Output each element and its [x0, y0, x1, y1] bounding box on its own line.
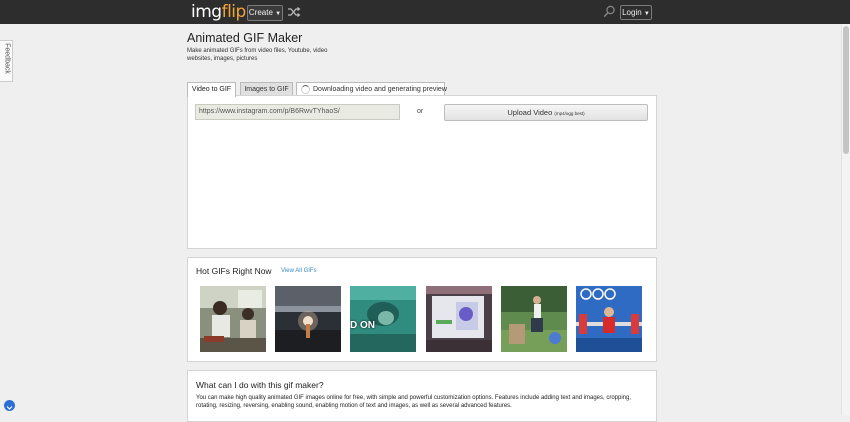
gif-thumbnail-underwater[interactable]: D ON [350, 286, 416, 352]
underwater-creature-image [350, 286, 416, 352]
outdoor-jump-image [501, 286, 567, 352]
faq-body-text: You can make high quality animated GIF i… [196, 395, 632, 409]
gif-caption-text: D ON [350, 320, 375, 331]
night-light-image [275, 286, 341, 352]
tablet-screen-image [426, 286, 492, 352]
gif-thumbnail-outdoor-jump[interactable] [501, 286, 567, 352]
feedback-tab[interactable]: Feedback [0, 40, 13, 82]
kids-room-image [200, 286, 266, 352]
faq-title: What can I do with this gif maker? [196, 380, 324, 390]
upload-video-button[interactable]: Upload Video (mp4/ogg best) [444, 104, 648, 121]
weightlifter-image [576, 286, 642, 352]
loading-spinner-icon [301, 85, 310, 94]
view-all-gifs-link[interactable]: View All GIFs [281, 268, 317, 274]
tab-download-progress: Downloading video and generating preview [296, 82, 447, 96]
or-separator: or [417, 108, 424, 115]
gif-thumbnail-kids-room[interactable] [200, 286, 266, 352]
create-label: Create [248, 8, 273, 17]
upload-label: Upload Video [507, 108, 553, 117]
shuffle-icon[interactable] [287, 6, 301, 18]
logo-text-flip: flip [221, 2, 247, 22]
search-icon[interactable] [603, 5, 616, 18]
create-menu-button[interactable]: Create ▼ [247, 5, 283, 21]
scrollbar-thumb[interactable] [843, 26, 849, 154]
logo-text-img: img [191, 2, 222, 22]
chat-widget-icon[interactable] [4, 400, 15, 411]
chevron-icon [6, 406, 13, 410]
caret-down-icon: ▼ [643, 11, 650, 17]
video-url-input[interactable]: https://www.instagram.com/p/B6RwvTYhaoS/ [195, 104, 400, 120]
upload-hint: (mp4/ogg best) [554, 111, 585, 116]
caret-down-icon: ▼ [275, 11, 282, 17]
imgflip-logo[interactable]: imgflip [191, 2, 246, 22]
tab-video-to-gif[interactable]: Video to GIF [187, 82, 236, 97]
login-label: Login [622, 8, 642, 17]
top-navbar: imgflip Create ▼ Login ▼ [0, 0, 850, 24]
login-button[interactable]: Login ▼ [620, 5, 652, 20]
gif-thumbnail-night-light[interactable] [275, 286, 341, 352]
gif-thumbnail-tablet[interactable] [426, 286, 492, 352]
feedback-label: Feedback [3, 43, 11, 74]
hot-gifs-title: Hot GIFs Right Now [196, 266, 272, 276]
tab-images-to-gif[interactable]: Images to GIF [240, 82, 293, 96]
page-subtitle: Make animated GIFs from video files, You… [187, 48, 328, 62]
page-title: Animated GIF Maker [187, 31, 303, 45]
gif-thumbnail-weightlifter[interactable] [576, 286, 642, 352]
